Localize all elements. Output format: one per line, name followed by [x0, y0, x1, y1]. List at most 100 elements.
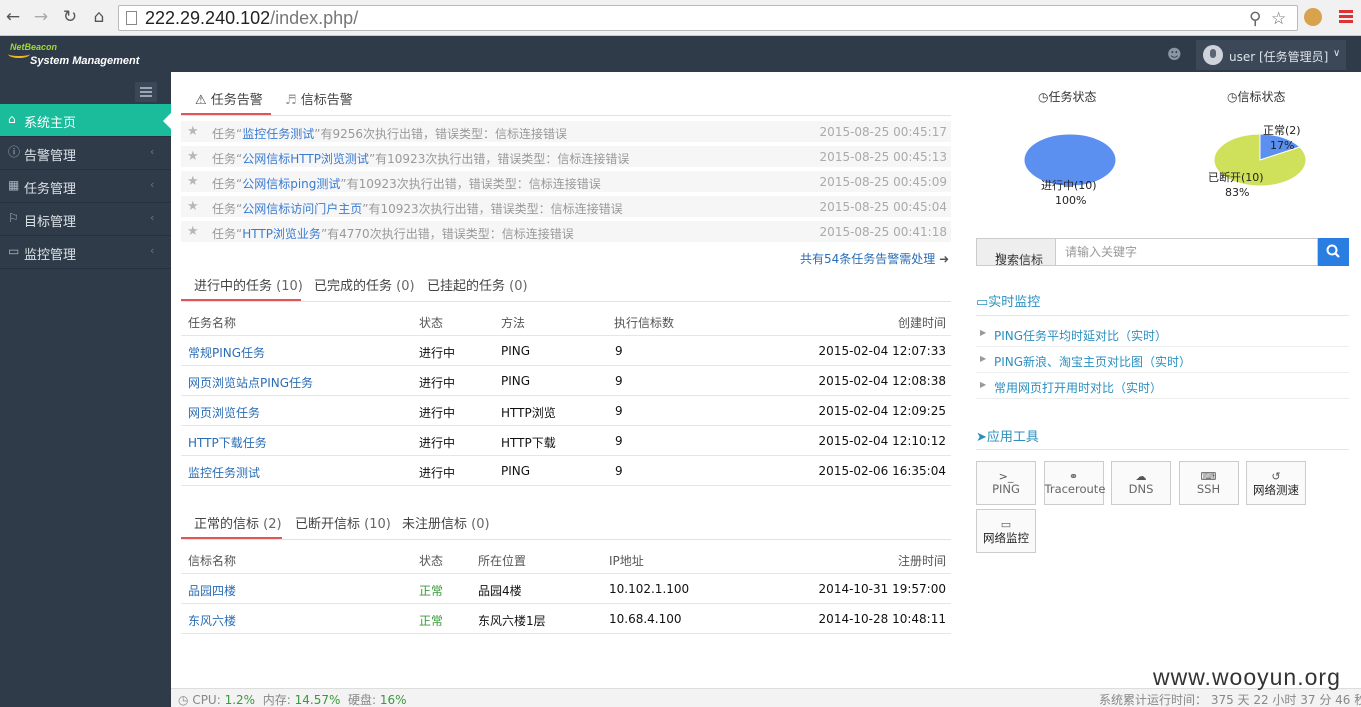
- alert-task-link[interactable]: 监控任务测试: [242, 127, 314, 141]
- tool-button-ping[interactable]: >_ PING: [976, 461, 1036, 505]
- tab-label: 未注册信标: [402, 517, 468, 532]
- task-name-link[interactable]: 网页浏览任务: [188, 406, 260, 420]
- tab-beacon-alerts[interactable]: ♬ 信标告警: [285, 86, 365, 116]
- avatar: [1203, 45, 1223, 65]
- tool-label: PING: [992, 482, 1020, 496]
- table-row: 监控任务测试 进行中 PING 9 2015-02-06 16:35:04: [181, 456, 951, 486]
- table-row: 常规PING任务 进行中 PING 9 2015-02-04 12:07:33: [181, 336, 951, 366]
- address-bar[interactable]: 222.29.240.102/index.php/ ⚲ ☆: [118, 5, 1298, 31]
- back-icon[interactable]: ←: [2, 6, 24, 28]
- zoom-icon[interactable]: ⚲: [1249, 9, 1261, 29]
- tool-label: DNS: [1128, 482, 1154, 496]
- user-menu[interactable]: user [任务管理员] ∨: [1196, 40, 1346, 70]
- bookmark-star-icon[interactable]: ☆: [1271, 9, 1286, 29]
- chart-title: 任务状态: [1048, 90, 1097, 104]
- tab-normal-beacons[interactable]: 正常的信标 (2): [181, 510, 282, 540]
- sidebar-item-tasks[interactable]: ▦ 任务管理 ‹: [0, 170, 171, 203]
- flag-icon: ⚐: [8, 211, 19, 225]
- tool-button-dns[interactable]: ☁ DNS: [1111, 461, 1171, 505]
- task-created-time: 2015-02-04 12:10:12: [818, 434, 946, 448]
- monitor-link[interactable]: ▶ 常用网页打开用时对比（实时）: [976, 373, 1349, 399]
- tab-task-alerts[interactable]: ⚠ 任务告警: [181, 86, 271, 116]
- sidebar-item-targets[interactable]: ⚐ 目标管理 ‹: [0, 203, 171, 236]
- tab-unregistered-beacons[interactable]: 未注册信标 (0): [402, 510, 490, 540]
- task-status-title: ◷任务状态: [1038, 88, 1097, 105]
- star-icon[interactable]: ★: [187, 224, 199, 239]
- logo-subtitle: System Management: [30, 55, 140, 67]
- home-button-icon[interactable]: ⌂: [88, 6, 110, 28]
- url-text: 222.29.240.102/index.php/: [145, 8, 359, 28]
- chevron-left-icon: ‹: [150, 211, 155, 224]
- chevron-down-icon: ∨: [995, 251, 1002, 261]
- home-icon: ⌂: [8, 112, 16, 126]
- browser-menu-icon[interactable]: [1339, 10, 1353, 24]
- star-icon[interactable]: ★: [187, 124, 199, 139]
- task-name-link[interactable]: HTTP下载任务: [188, 436, 267, 450]
- beacon-search: 搜索信标 ∨: [976, 238, 1349, 267]
- tool-button-ssh[interactable]: ⌨ SSH: [1178, 461, 1239, 505]
- arrow-circle-right-icon: ➜: [939, 252, 950, 266]
- alert-prefix: 任务“: [212, 227, 243, 241]
- table-row: 网页浏览站点PING任务 进行中 PING 9 2015-02-04 12:08:38: [181, 366, 951, 396]
- pie-chart-icon: ◷: [1227, 90, 1238, 104]
- tab-count: (0): [396, 279, 415, 294]
- tab-completed-tasks[interactable]: 已完成的任务 (0): [314, 272, 415, 302]
- search-button[interactable]: [1318, 238, 1349, 266]
- beacon-location: 品园4楼: [478, 584, 522, 598]
- alert-row: ★ 任务“监控任务测试”有9256次执行出错，错误类型：信标连接错误 2015-08…: [181, 121, 951, 142]
- terminal-icon: >_: [998, 470, 1014, 483]
- sidebar-item-home[interactable]: ⌂ 系统主页: [0, 104, 171, 137]
- alert-task-link[interactable]: HTTP浏览业务: [242, 227, 321, 241]
- sidebar-item-label: 监控管理: [24, 248, 77, 263]
- beacon-registered-time: 2014-10-31 19:57:00: [818, 582, 946, 596]
- monitor-link[interactable]: ▶ PING任务平均时延对比（实时）: [976, 321, 1349, 347]
- monitor-link-label: PING任务平均时延对比（实时）: [994, 329, 1168, 343]
- desktop-icon: ▭: [1000, 518, 1012, 531]
- star-icon[interactable]: ★: [187, 199, 199, 214]
- tab-disconnected-beacons[interactable]: 已断开信标 (10): [295, 510, 391, 540]
- search-input[interactable]: [1056, 238, 1318, 266]
- alert-time: 2015-08-25 00:41:18: [819, 225, 947, 239]
- tool-button-traceroute[interactable]: ⚭ Traceroute: [1043, 461, 1105, 505]
- forward-icon[interactable]: →: [30, 6, 52, 28]
- star-icon[interactable]: ★: [187, 149, 199, 164]
- star-icon[interactable]: ★: [187, 174, 199, 189]
- task-name-link[interactable]: 监控任务测试: [188, 466, 260, 480]
- alert-time: 2015-08-25 00:45:13: [819, 150, 947, 164]
- task-created-time: 2015-02-04 12:08:38: [818, 374, 946, 388]
- tab-count: (0): [471, 517, 490, 532]
- monitor-link[interactable]: ▶ PING新浪、淘宝主页对比图（实时）: [976, 347, 1349, 373]
- alert-suffix: ”有9256次执行出错，错误类型：信标连接错误: [314, 127, 567, 141]
- alert-task-link[interactable]: 公网信标HTTP浏览测试: [242, 152, 369, 166]
- task-beacon-count: 9: [615, 404, 623, 418]
- tool-button-网络测速[interactable]: ↺ 网络测速: [1246, 461, 1306, 505]
- sidebar-item-alerts[interactable]: ⓘ 告警管理 ‹: [0, 137, 171, 170]
- beacon-name-link[interactable]: 品园四楼: [188, 584, 236, 598]
- tab-running-tasks[interactable]: 进行中的任务 (10): [181, 272, 303, 302]
- alert-task-link[interactable]: 公网信标访问门户主页: [242, 202, 362, 216]
- tab-count: (10): [364, 517, 391, 532]
- alert-time: 2015-08-25 00:45:04: [819, 200, 947, 214]
- sidebar-item-monitor[interactable]: ▭ 监控管理 ‹: [0, 236, 171, 269]
- alert-task-link[interactable]: 公网信标ping测试: [242, 177, 340, 191]
- task-name-link[interactable]: 网页浏览站点PING任务: [188, 376, 313, 390]
- search-type-dropdown[interactable]: 搜索信标 ∨: [976, 238, 1056, 267]
- tab-label: 进行中的任务: [194, 279, 273, 294]
- sidebar-toggle-icon[interactable]: [135, 82, 157, 102]
- tab-suspended-tasks[interactable]: 已挂起的任务 (0): [427, 272, 528, 302]
- table-row: 网页浏览任务 进行中 HTTP浏览 9 2015-02-04 12:09:25: [181, 396, 951, 426]
- more-alerts-link[interactable]: 共有54条任务告警需处理 ➜: [800, 250, 949, 267]
- divider: [976, 315, 1349, 316]
- tab-label: 正常的信标: [194, 517, 260, 532]
- tab-count: (2): [263, 517, 282, 532]
- cookie-extension-icon[interactable]: [1304, 8, 1322, 26]
- beacon-ip: 10.102.1.100: [609, 582, 690, 596]
- reload-icon[interactable]: ↻: [59, 6, 81, 28]
- tool-button-网络监控[interactable]: ▭ 网络监控: [976, 509, 1036, 553]
- beacon-name-link[interactable]: 东风六楼: [188, 614, 236, 628]
- task-name-link[interactable]: 常规PING任务: [188, 346, 265, 360]
- mem-value: 14.57%: [294, 693, 341, 707]
- task-status: 进行中: [419, 346, 456, 360]
- user-switch-icon[interactable]: ☻: [1167, 47, 1183, 63]
- task-created-time: 2015-02-04 12:07:33: [818, 344, 946, 358]
